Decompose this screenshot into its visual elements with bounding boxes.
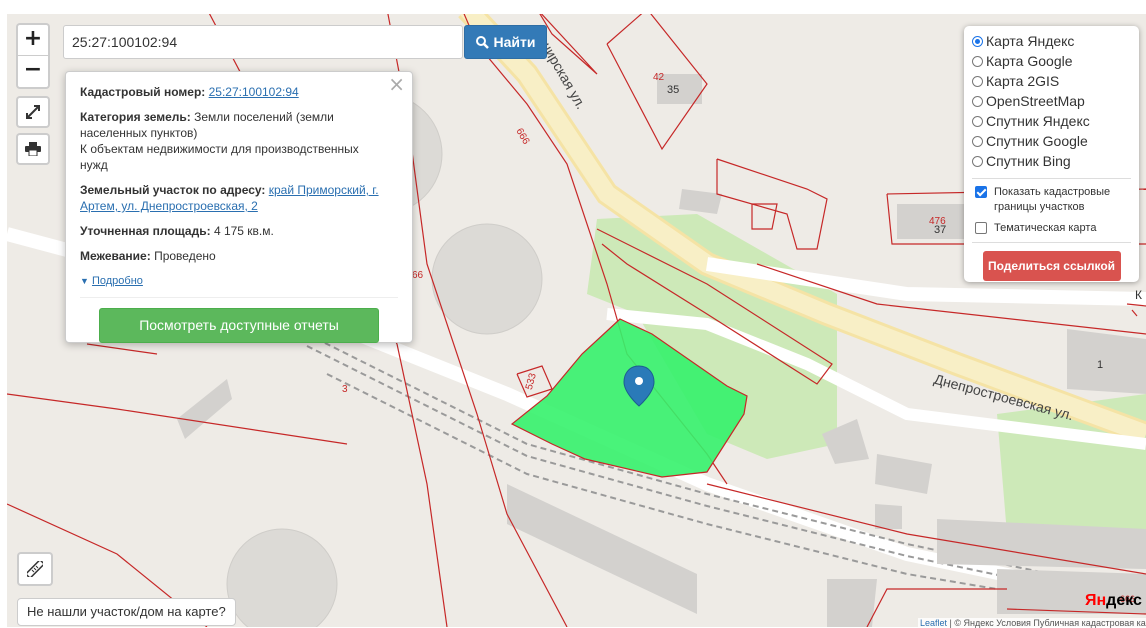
layer-option[interactable]: Карта 2GIS [972,71,1131,91]
yandex-logo-ya: Ян [1085,592,1107,609]
house-number-37: 37 [934,224,947,236]
print-button[interactable] [16,133,50,165]
parcel-number-3: 3 [342,384,348,395]
thematic-map-toggle[interactable]: Тематическая карта [972,221,1131,236]
view-reports-button[interactable]: Посмотреть доступные отчеты [99,308,379,343]
printer-icon [25,142,41,156]
layer-radio[interactable] [972,35,983,47]
street-label-edge: К [1135,288,1142,302]
expand-icon [26,105,40,119]
layer-option-label: Спутник Google [986,133,1088,149]
layer-option[interactable]: Карта Google [972,51,1131,71]
caret-down-icon: ▼ [80,276,89,286]
survey-label: Межевание: [80,249,151,263]
layer-divider [972,178,1131,179]
measure-button[interactable] [17,552,53,586]
cadastral-borders-label: Показать кадастровые границы участков [994,186,1111,213]
zoom-control: + − [16,23,50,89]
thematic-map-label: Тематическая карта [994,222,1097,234]
layer-option[interactable]: OpenStreetMap [972,91,1131,111]
details-link[interactable]: Подробно [92,275,143,287]
survey-value: Проведено [154,249,216,263]
layer-radio[interactable] [972,115,983,127]
layer-radio[interactable] [972,55,983,67]
survey-row: Межевание: Проведено [80,248,398,264]
layer-radio[interactable] [972,155,983,167]
yandex-logo-rest: декс [1106,592,1142,609]
cadastral-number-label: Кадастровый номер: [80,85,206,99]
parcel-info-popup: × Кадастровый номер: 25:27:100102:94 Кат… [65,71,413,343]
details-toggle[interactable]: ▼ Подробно [80,273,398,289]
land-category-label: Категория земель: [80,110,191,124]
area-value: 4 175 кв.м. [213,224,274,238]
zoom-in-button[interactable]: + [18,25,48,56]
layer-divider-2 [972,242,1131,243]
share-link-button[interactable]: Поделиться ссылкой [982,251,1121,281]
popup-close-button[interactable]: × [388,74,405,94]
layer-option[interactable]: Спутник Google [972,131,1131,151]
not-found-button[interactable]: Не нашли участок/дом на карте? [17,598,236,626]
layer-option-label: Карта Яндекс [986,33,1075,49]
layer-switcher: Карта Яндекс Карта Google Карта 2GIS OpenSt… [964,26,1139,282]
layer-radio[interactable] [972,75,983,87]
search-icon [475,35,489,49]
layer-option-label: Карта Google [986,53,1073,69]
parcel-number-42: 42 [653,72,665,83]
layer-radio[interactable] [972,95,983,107]
layer-option-label: OpenStreetMap [986,93,1085,109]
layer-option[interactable]: Спутник Bing [972,151,1131,171]
cadastral-borders-toggle[interactable]: Показать кадастровые границы участков [972,185,1131,215]
layer-radio[interactable] [972,135,983,147]
cadastral-search-input[interactable] [63,25,463,59]
layer-option[interactable]: Карта Яндекс [972,31,1131,51]
parcel-number-66: 66 [412,270,424,281]
popup-divider [80,297,398,298]
cadastral-number-row: Кадастровый номер: 25:27:100102:94 [80,84,398,100]
house-number-35: 35 [667,84,680,96]
cadastral-number-link[interactable]: 25:27:100102:94 [209,85,299,99]
yandex-logo[interactable]: Яндекс [1085,592,1142,610]
layer-list: Карта Яндекс Карта Google Карта 2GIS OpenSt… [972,31,1131,171]
search-button[interactable]: Найти [464,25,547,59]
layer-option-label: Карта 2GIS [986,73,1060,89]
zoom-out-button[interactable]: − [18,56,48,86]
address-label: Земельный участок по адресу: [80,183,266,197]
land-use-value: К объектам недвижимости для производстве… [80,142,359,172]
layer-option[interactable]: Спутник Яндекс [972,111,1131,131]
search-button-label: Найти [493,34,536,50]
house-number-1: 1 [1097,359,1104,371]
thematic-map-checkbox[interactable] [975,222,987,234]
ruler-icon [27,561,43,577]
layer-option-label: Спутник Bing [986,153,1071,169]
area-row: Уточненная площадь: 4 175 кв.м. [80,223,398,239]
land-category-row: Категория земель: Земли поселений (земли… [80,109,370,173]
cadastral-borders-checkbox[interactable] [975,186,987,198]
layer-option-label: Спутник Яндекс [986,113,1090,129]
address-row: Земельный участок по адресу: край Примор… [80,182,390,214]
fullscreen-button[interactable] [16,96,50,128]
area-label: Уточненная площадь: [80,224,211,238]
